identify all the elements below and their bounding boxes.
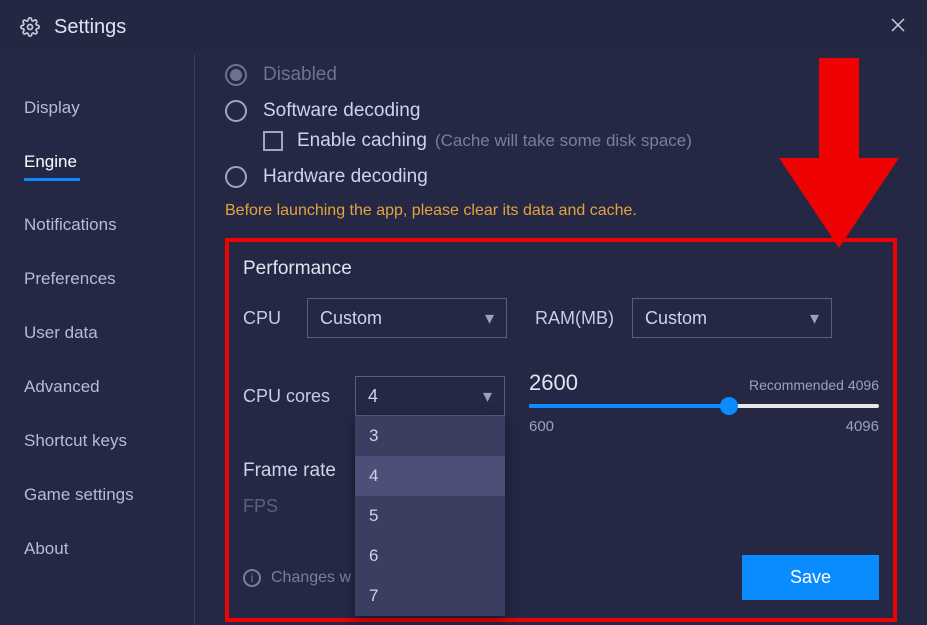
save-button[interactable]: Save — [742, 555, 879, 600]
header-bar: Settings — [0, 0, 927, 54]
sidebar-item-label: Advanced — [24, 377, 100, 396]
caret-down-icon: ▾ — [485, 308, 494, 329]
dropdown-option[interactable]: 7 — [355, 576, 505, 616]
checkbox-icon — [263, 131, 283, 151]
sidebar-item-label: Shortcut keys — [24, 431, 127, 450]
radio-label: Software decoding — [263, 100, 420, 122]
slider-recommended: Recommended 4096 — [749, 377, 879, 396]
gear-icon — [20, 17, 40, 37]
sidebar-item-label: User data — [24, 323, 98, 342]
sidebar-item-label: Preferences — [24, 269, 116, 288]
caret-down-icon: ▾ — [483, 386, 492, 407]
sidebar-item-user-data[interactable]: User data — [0, 309, 194, 357]
radio-icon — [225, 166, 247, 188]
ram-slider[interactable]: 2600 Recommended 4096 600 4096 — [529, 370, 879, 517]
cpu-cores-label: CPU cores — [243, 386, 337, 407]
sidebar-item-advanced[interactable]: Advanced — [0, 363, 194, 411]
select-value: 4 — [368, 386, 378, 407]
close-icon[interactable] — [889, 16, 907, 34]
slider-fill — [529, 404, 729, 408]
radio-icon — [225, 100, 247, 122]
dropdown-option[interactable]: 5 — [355, 496, 505, 536]
checkbox-hint: (Cache will take some disk space) — [435, 131, 692, 151]
select-value: Custom — [645, 308, 707, 329]
red-arrow-annotation — [779, 58, 899, 248]
sidebar-item-notifications[interactable]: Notifications — [0, 201, 194, 249]
page-title: Settings — [54, 16, 126, 39]
cpu-cores-dropdown: 3 4 5 6 7 — [355, 416, 505, 616]
ram-select[interactable]: Custom ▾ — [632, 298, 832, 338]
sidebar-item-shortcut-keys[interactable]: Shortcut keys — [0, 417, 194, 465]
dropdown-option[interactable]: 3 — [355, 416, 505, 456]
performance-highlight-box: Performance CPU Custom ▾ RAM(MB) Custom … — [225, 238, 897, 622]
slider-max: 4096 — [846, 418, 879, 435]
ram-label: RAM(MB) — [535, 308, 614, 329]
slider-min: 600 — [529, 418, 554, 435]
cpu-cores-row: CPU cores 4 ▾ 3 4 5 6 7 — [243, 376, 523, 416]
slider-value: 2600 — [529, 370, 578, 396]
sidebar-item-label: About — [24, 539, 68, 558]
sidebar-item-display[interactable]: Display — [0, 84, 194, 132]
dropdown-option[interactable]: 6 — [355, 536, 505, 576]
select-value: Custom — [320, 308, 382, 329]
slider-track[interactable] — [529, 404, 879, 408]
sidebar-item-label: Engine — [24, 152, 77, 171]
sidebar: Display Engine Notifications Preferences… — [0, 54, 195, 625]
sidebar-item-label: Notifications — [24, 215, 117, 234]
sidebar-item-game-settings[interactable]: Game settings — [0, 471, 194, 519]
cpu-select[interactable]: Custom ▾ — [307, 298, 507, 338]
dropdown-option[interactable]: 4 — [355, 456, 505, 496]
checkbox-label: Enable caching — [297, 130, 427, 152]
radio-label: Hardware decoding — [263, 166, 428, 188]
sidebar-item-label: Display — [24, 98, 80, 117]
active-underline — [24, 178, 80, 181]
performance-title: Performance — [243, 258, 879, 280]
sidebar-item-about[interactable]: About — [0, 525, 194, 573]
cpu-cores-select[interactable]: 4 ▾ — [355, 376, 505, 416]
slider-thumb[interactable] — [720, 397, 738, 415]
info-icon: i — [243, 569, 261, 587]
sidebar-item-label: Game settings — [24, 485, 134, 504]
caret-down-icon: ▾ — [810, 308, 819, 329]
radio-label: Disabled — [263, 64, 337, 86]
sidebar-item-preferences[interactable]: Preferences — [0, 255, 194, 303]
sidebar-item-engine[interactable]: Engine — [0, 138, 194, 195]
cpu-label: CPU — [243, 308, 289, 329]
radio-icon — [225, 64, 247, 86]
